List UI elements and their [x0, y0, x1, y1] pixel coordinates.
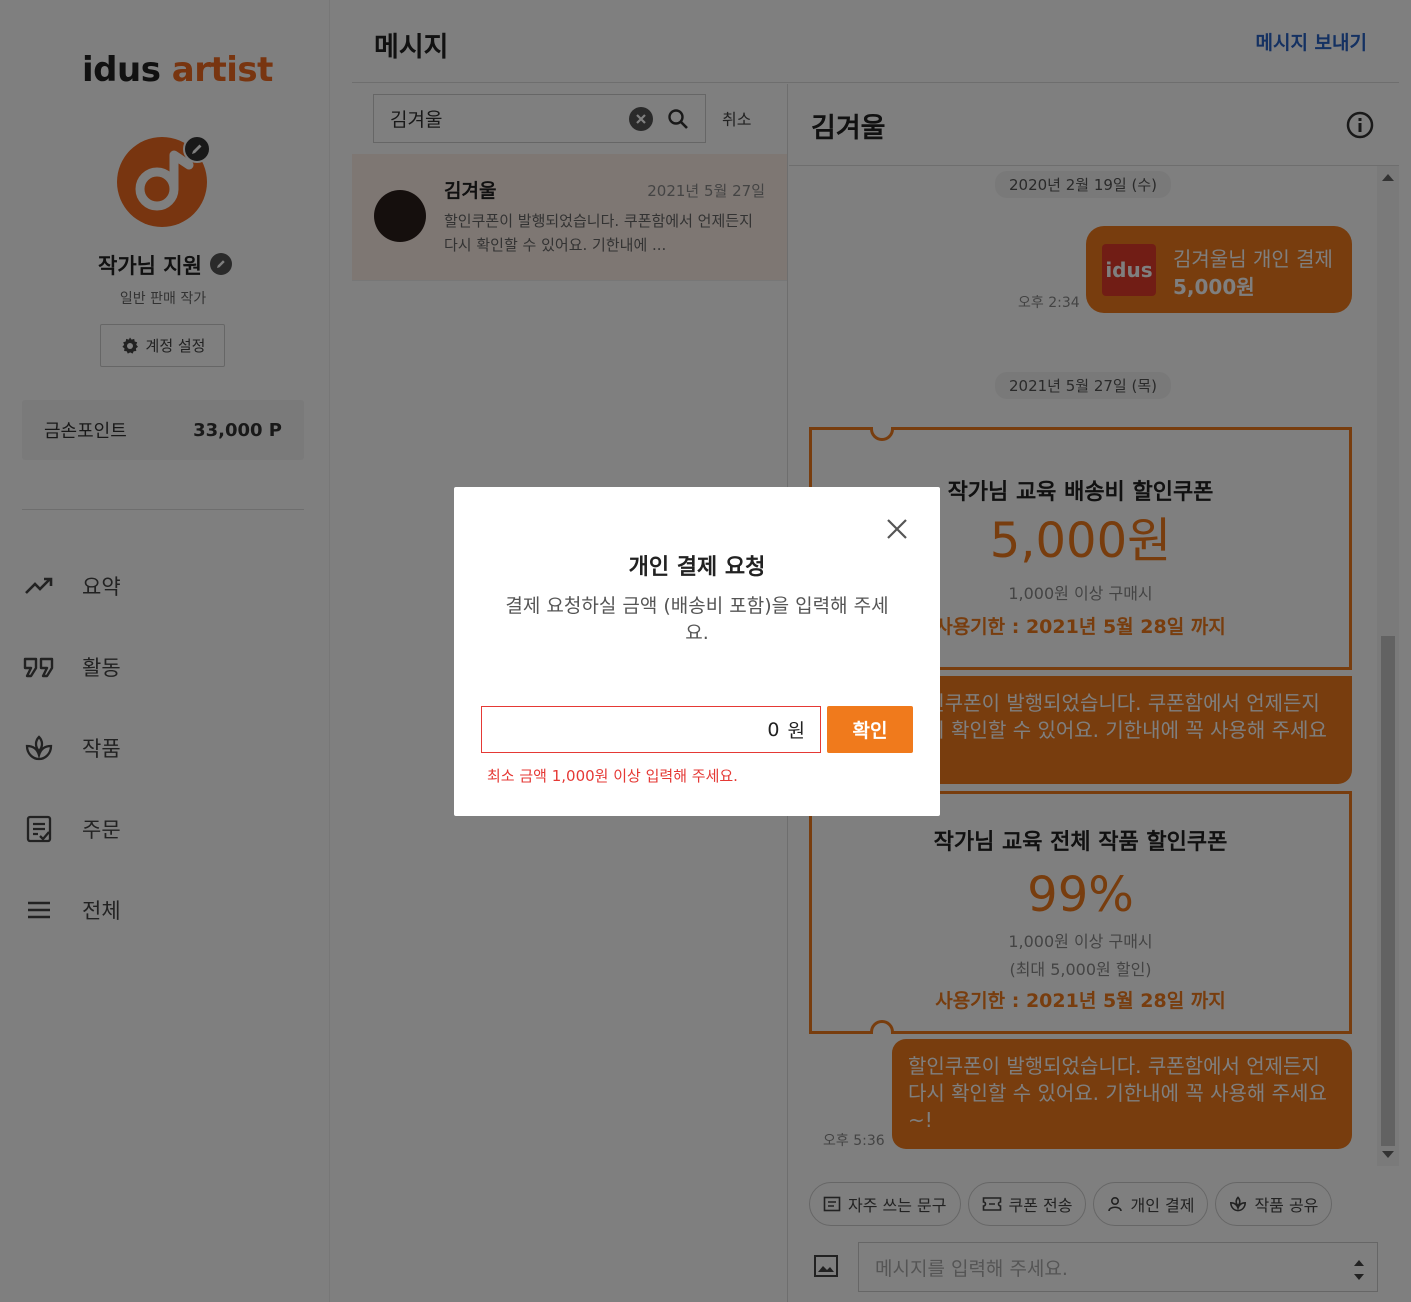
amount-error-message: 최소 금액 1,000원 이상 입력해 주세요.	[487, 767, 738, 785]
modal-description: 결제 요청하실 금액 (배송비 포함)을 입력해 주세요.	[505, 595, 889, 644]
private-payment-modal: 개인 결제 요청 결제 요청하실 금액 (배송비 포함)을 입력해 주세요. 0…	[454, 487, 940, 816]
amount-unit: 원	[787, 720, 805, 742]
app: idus artist 작가님 지원 일반 판매 작가 계정 설정	[0, 0, 1411, 1302]
close-icon[interactable]	[886, 518, 908, 540]
amount-value: 0	[767, 718, 780, 741]
amount-input[interactable]: 0 원	[481, 706, 821, 753]
confirm-button[interactable]: 확인	[827, 706, 913, 753]
modal-title: 개인 결제 요청	[628, 555, 766, 580]
